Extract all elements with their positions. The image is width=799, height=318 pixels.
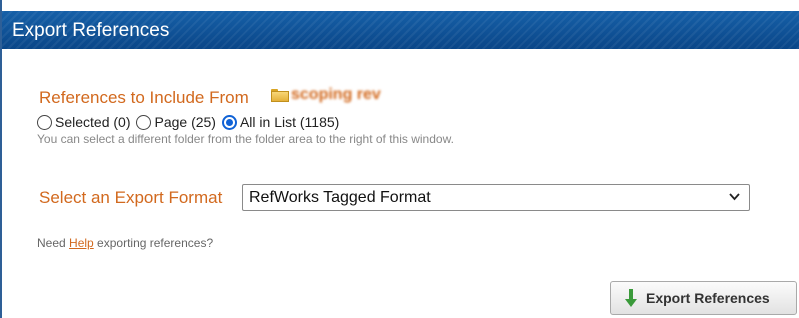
radio-selected-label: Selected (0) bbox=[55, 114, 131, 130]
help-suffix: exporting references? bbox=[93, 236, 214, 250]
dialog-titlebar: Export References bbox=[2, 11, 799, 49]
help-prefix: Need bbox=[37, 236, 70, 250]
radio-option-all-in-list[interactable]: All in List (1185) bbox=[221, 114, 340, 130]
export-references-dialog: Export References References to Include … bbox=[0, 0, 799, 318]
radio-page-label: Page (25) bbox=[154, 114, 216, 130]
folder-name: scoping rev bbox=[291, 86, 381, 103]
include-section-label: References to Include From bbox=[39, 88, 249, 107]
export-references-button[interactable]: Export References bbox=[610, 281, 797, 315]
radio-all-in-list-label: All in List (1185) bbox=[239, 114, 340, 130]
current-folder: scoping rev bbox=[271, 84, 381, 106]
download-arrow-icon bbox=[625, 289, 637, 307]
dialog-title: Export References bbox=[12, 20, 170, 41]
include-options: Selected (0) Page (25) All in List (1185… bbox=[37, 112, 345, 132]
folder-hint-text: You can select a different folder from t… bbox=[37, 132, 454, 146]
radio-page[interactable] bbox=[136, 114, 152, 130]
export-format-select[interactable]: RefWorks Tagged Format bbox=[242, 184, 750, 211]
folder-icon bbox=[271, 88, 289, 102]
radio-option-page[interactable]: Page (25) bbox=[136, 114, 216, 130]
chevron-down-icon bbox=[729, 193, 740, 201]
help-link[interactable]: Help bbox=[69, 236, 94, 250]
radio-selected[interactable] bbox=[37, 114, 52, 130]
help-text: Need Help exporting references? bbox=[37, 236, 213, 250]
format-section-label: Select an Export Format bbox=[39, 188, 223, 207]
export-references-button-label: Export References bbox=[646, 290, 770, 306]
export-format-value: RefWorks Tagged Format bbox=[249, 188, 431, 206]
radio-all-in-list[interactable] bbox=[221, 114, 237, 130]
radio-option-selected[interactable]: Selected (0) bbox=[37, 114, 130, 130]
